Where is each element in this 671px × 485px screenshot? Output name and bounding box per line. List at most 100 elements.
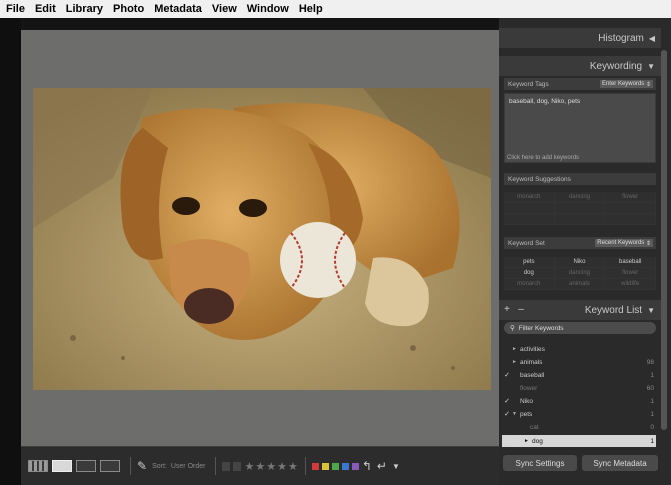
photo-preview[interactable] xyxy=(33,88,491,390)
keyword-name: baseball xyxy=(520,371,545,379)
add-keywords-hint[interactable]: Click here to add keywords xyxy=(507,155,579,161)
keyword-count: 1 xyxy=(650,437,654,445)
keyword-set-cell[interactable]: animals xyxy=(554,279,606,290)
keyword-set-cell[interactable]: Niko xyxy=(554,257,606,268)
keywords-value: baseball, dog, Niko, pets xyxy=(509,98,581,105)
menu-metadata[interactable]: Metadata xyxy=(154,3,202,15)
keyword-count: 1 xyxy=(650,397,654,405)
histogram-panel-header[interactable]: Histogram ◀ xyxy=(499,28,661,48)
grid-view-button[interactable] xyxy=(28,460,48,472)
keyword-set-cell[interactable]: baseball xyxy=(605,257,656,268)
expand-triangle-icon[interactable]: ► xyxy=(512,346,520,352)
add-keyword-button[interactable]: + xyxy=(504,304,510,315)
menu-bar: File Edit Library Photo Metadata View Wi… xyxy=(0,0,671,18)
color-label-green[interactable] xyxy=(331,462,339,470)
suggestion-cell[interactable] xyxy=(504,214,555,225)
collapse-triangle-icon: ◀ xyxy=(648,33,655,43)
keyword-row-flower[interactable]: flower 60 xyxy=(502,382,656,394)
keyword-row-pets[interactable]: ✓ ▼ pets 1 xyxy=(502,408,656,420)
compare-view-button[interactable] xyxy=(76,460,96,472)
keyword-suggestions-label: Keyword Suggestions xyxy=(508,175,571,183)
keyword-set-dropdown[interactable]: Recent Keywords ⇕ xyxy=(595,239,653,247)
menu-help[interactable]: Help xyxy=(299,3,323,15)
filter-keywords-input[interactable]: ⚲ Filter Keywords xyxy=(504,322,656,334)
keyword-row-dog[interactable]: ☑ ► dog 1 xyxy=(502,435,656,447)
keyword-checkbox[interactable]: ☑ xyxy=(502,437,512,445)
keywording-panel-header[interactable]: Keywording ▼ xyxy=(499,56,661,76)
keyword-tags-dropdown[interactable]: Enter Keywords ⇕ xyxy=(599,80,653,88)
suggestion-cell[interactable] xyxy=(504,203,555,214)
color-label-yellow[interactable] xyxy=(321,462,329,470)
suggestion-cell[interactable] xyxy=(554,203,606,214)
star-icon[interactable]: ★ xyxy=(266,460,276,473)
suggestion-cell[interactable]: dancing xyxy=(554,192,606,203)
sync-settings-button[interactable]: Sync Settings xyxy=(503,455,577,471)
star-icon[interactable]: ★ xyxy=(255,460,265,473)
dog-photo-image xyxy=(33,88,491,390)
keyword-count: 98 xyxy=(646,358,654,366)
keyword-name: flower xyxy=(520,384,538,392)
suggestion-cell[interactable] xyxy=(605,214,656,225)
keyword-row-niko[interactable]: ✓ Niko 1 xyxy=(502,395,656,407)
keyword-set-header: Keyword Set Recent Keywords ⇕ xyxy=(504,237,656,249)
keywords-textarea[interactable]: baseball, dog, Niko, pets xyxy=(504,93,656,163)
menu-library[interactable]: Library xyxy=(66,3,103,15)
keyword-row-animals[interactable]: ► animals 98 xyxy=(502,356,656,368)
keyword-set-cell[interactable]: dog xyxy=(504,268,555,279)
right-panel-scrollbar[interactable] xyxy=(661,50,667,430)
keyword-count: 60 xyxy=(646,384,654,392)
histogram-title: Histogram xyxy=(598,32,644,44)
keyword-set-cell[interactable]: monarch xyxy=(504,279,555,290)
survey-view-button[interactable] xyxy=(100,460,120,472)
color-label-red[interactable] xyxy=(311,462,319,470)
sort-label: Sort: xyxy=(152,462,167,470)
keyword-list-controls: + – xyxy=(504,304,524,315)
suggestion-cell[interactable]: flower xyxy=(605,192,656,203)
color-label-purple[interactable] xyxy=(351,462,359,470)
sync-metadata-button[interactable]: Sync Metadata xyxy=(582,455,658,471)
painter-icon[interactable]: ✎ xyxy=(137,459,147,473)
menu-file[interactable]: File xyxy=(6,3,25,15)
expand-triangle-icon: ▼ xyxy=(647,305,655,315)
keyword-tags-dropdown-value: Enter Keywords xyxy=(601,81,645,87)
flag-reject-icon[interactable] xyxy=(233,461,242,471)
remove-keyword-button[interactable]: – xyxy=(518,304,524,315)
flag-pick-icon[interactable] xyxy=(222,461,231,471)
expand-triangle-icon[interactable]: ► xyxy=(512,359,520,365)
suggestion-cell[interactable] xyxy=(605,203,656,214)
keyword-name: cat xyxy=(530,423,539,431)
menu-edit[interactable]: Edit xyxy=(35,3,56,15)
color-label-blue[interactable] xyxy=(341,462,349,470)
keyword-row-baseball[interactable]: ✓ baseball 1 xyxy=(502,369,656,381)
menu-photo[interactable]: Photo xyxy=(113,3,144,15)
menu-view[interactable]: View xyxy=(212,3,237,15)
keyword-row-activities[interactable]: ► activities xyxy=(502,343,656,355)
keyword-set-cell[interactable]: flower xyxy=(605,268,656,279)
keyword-checkbox[interactable]: ✓ xyxy=(502,397,512,405)
toolbar-menu-icon[interactable]: ▼ xyxy=(392,462,400,471)
keyword-checkbox[interactable]: ✓ xyxy=(502,410,512,418)
sort-select[interactable]: User Order xyxy=(171,463,206,470)
star-icon[interactable]: ★ xyxy=(244,460,254,473)
suggestion-cell[interactable] xyxy=(554,214,606,225)
keyword-checkbox[interactable]: ✓ xyxy=(502,371,512,379)
expand-triangle-icon[interactable]: ► xyxy=(524,438,532,444)
suggestion-cell[interactable]: monarch xyxy=(504,192,555,203)
keyword-suggestions-grid: monarch dancing flower xyxy=(504,192,656,225)
loupe-view-button[interactable] xyxy=(52,460,72,472)
keyword-name: pets xyxy=(520,410,533,418)
rotate-right-icon[interactable]: ↵ xyxy=(377,459,387,473)
keyword-set-cell[interactable]: dancing xyxy=(554,268,606,279)
rotate-left-icon[interactable]: ↰ xyxy=(362,459,372,473)
keyword-set-cell[interactable]: pets xyxy=(504,257,555,268)
keyword-count: 0 xyxy=(650,423,654,431)
search-icon: ⚲ xyxy=(510,325,515,332)
keyword-row-cat[interactable]: cat 0 xyxy=(502,421,656,433)
star-icon[interactable]: ★ xyxy=(288,460,298,473)
menu-window[interactable]: Window xyxy=(247,3,289,15)
star-icon[interactable]: ★ xyxy=(277,460,287,473)
expand-triangle-icon[interactable]: ▼ xyxy=(512,411,520,417)
keyword-name: animals xyxy=(520,358,543,366)
top-panel-edge xyxy=(21,18,499,30)
keyword-set-cell[interactable]: wildlife xyxy=(605,279,656,290)
